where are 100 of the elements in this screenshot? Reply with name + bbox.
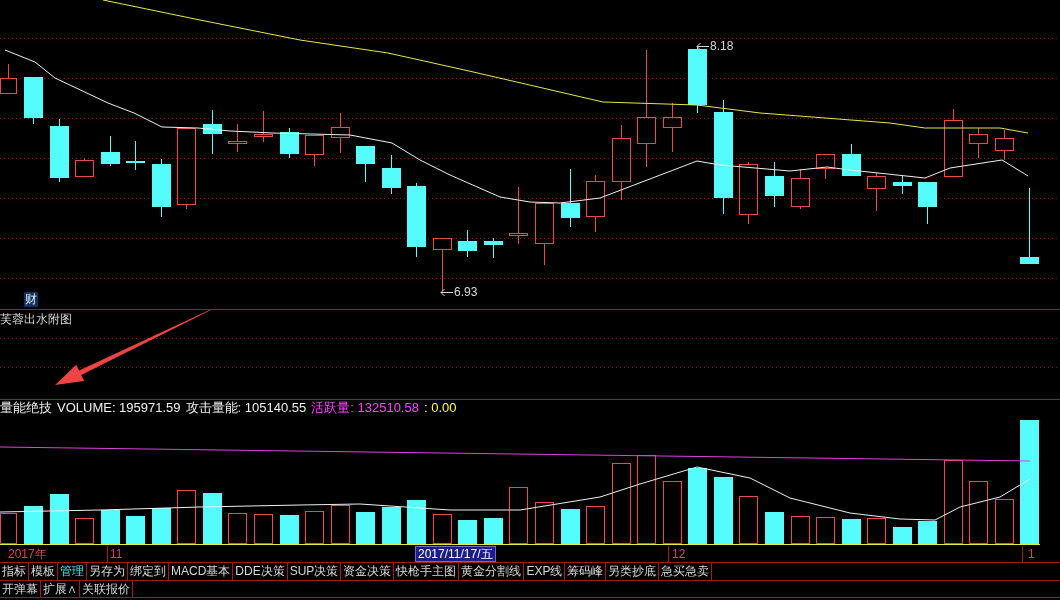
volume-bar [177, 490, 196, 544]
volume-bar [739, 496, 758, 544]
low-price-label: 6.93 [454, 286, 478, 299]
legend-text: : 0.00 [423, 400, 457, 415]
legend-text: VOLUME: 195971.59 [57, 400, 181, 415]
candlestick [893, 175, 912, 195]
volume-bar [50, 494, 69, 544]
toolbar-tab[interactable]: 资金决策 [341, 563, 395, 580]
cursor-date-label: 2017/11/17/五 [415, 546, 496, 562]
candlestick [586, 174, 605, 233]
candlestick [101, 135, 120, 167]
candlestick [561, 168, 580, 228]
candlestick [995, 129, 1014, 161]
candlestick [433, 238, 452, 292]
candlestick [126, 140, 145, 171]
volume-bar [893, 527, 912, 544]
volume-bar [867, 518, 886, 544]
toolbar-tab[interactable]: 绑定到 [128, 563, 169, 580]
toolbar-tab[interactable]: 快枪手主图 [394, 563, 460, 580]
toolbar-tab[interactable]: 急买急卖 [659, 563, 713, 580]
left-arrow-icon [696, 42, 709, 51]
volume-bar [714, 477, 733, 544]
candlestick [24, 76, 43, 125]
toolbar-tab[interactable]: SUP决策 [287, 563, 342, 580]
toolbar-tab[interactable]: 管理 [58, 563, 87, 580]
volume-bar [791, 516, 810, 544]
toolbar-tab[interactable]: MACD基本 [169, 563, 234, 580]
candlestick [969, 127, 988, 159]
volume-bar [918, 521, 937, 544]
volume-bar [842, 519, 861, 544]
volume-bar [101, 510, 120, 544]
toolbar-tab[interactable]: EXP线 [524, 563, 566, 580]
volume-bar [816, 517, 835, 544]
volume-bar [509, 487, 528, 544]
volume-bar [765, 512, 784, 544]
toolbar-tab[interactable]: 模板 [29, 563, 58, 580]
volume-bar [75, 518, 94, 544]
toolbar-button[interactable]: 关联报价 [80, 581, 133, 597]
legend-text: 攻击量能: 105140.55 [185, 400, 307, 415]
toolbar-tab[interactable]: 指标 [0, 563, 29, 580]
candlestick [688, 45, 707, 114]
toolbar-button[interactable]: 开弹幕 [0, 581, 41, 597]
toolbar-tab[interactable]: 筹码峰 [565, 563, 607, 580]
volume-bar [152, 508, 171, 544]
volume-bar [203, 493, 222, 544]
candlestick [280, 127, 299, 159]
candlestick [356, 145, 375, 183]
candlestick [75, 157, 94, 177]
candlestick [918, 181, 937, 225]
volume-bar [382, 507, 401, 544]
candlestick [50, 118, 69, 183]
toolbar-tab[interactable]: 另存为 [87, 563, 128, 580]
volume-bar [586, 506, 605, 544]
candlestick [0, 63, 17, 94]
candlestick [842, 143, 861, 177]
volume-bar [0, 513, 17, 544]
toolbar-tab[interactable]: DDE决策 [233, 563, 288, 580]
candlestick [867, 172, 886, 212]
volume-bar [995, 499, 1014, 544]
candlestick [739, 161, 758, 225]
candlestick [944, 108, 963, 177]
candlestick [254, 110, 273, 143]
candlestick [509, 186, 528, 245]
volume-bar [535, 502, 554, 544]
info-tag[interactable]: 财 [24, 292, 38, 307]
legend-text: 量能绝技 [0, 400, 52, 415]
candlestick [663, 102, 682, 153]
axis-label: 12 [672, 547, 686, 561]
left-arrow-icon [440, 288, 453, 297]
axis-label: 11 [110, 547, 123, 561]
volume-bar [484, 518, 503, 544]
candlestick [535, 203, 554, 266]
volume-bar [458, 520, 477, 544]
volume-bar [126, 516, 145, 544]
candlestick [458, 229, 477, 258]
toolbar-tab[interactable]: 黄金分割线 [459, 563, 525, 580]
candlestick [152, 158, 171, 218]
volume-bar [663, 481, 682, 544]
volume-bar [331, 505, 350, 544]
volume-bar [561, 509, 580, 544]
candlestick [228, 123, 247, 153]
volume-bar [969, 481, 988, 544]
legend-text: 活跃量: 132510.58 [311, 400, 419, 415]
candlestick [203, 109, 222, 155]
candlestick [484, 237, 503, 259]
axis-label: 2017年 [8, 547, 47, 561]
volume-bar [407, 500, 426, 544]
volume-bar [305, 511, 324, 544]
volume-bar [24, 506, 43, 544]
volume-bar [280, 515, 299, 544]
axis-label: 1 [1028, 547, 1035, 561]
candlestick [791, 168, 810, 210]
high-price-label: 8.18 [710, 40, 734, 53]
candlestick [382, 154, 401, 195]
toolbar-tab[interactable]: 另类抄底 [606, 563, 660, 580]
volume-bar [356, 512, 375, 544]
toolbar-button[interactable]: 扩展∧ [41, 581, 80, 597]
candlestick [765, 161, 784, 208]
candlestick [816, 154, 835, 180]
candlestick [331, 112, 350, 154]
